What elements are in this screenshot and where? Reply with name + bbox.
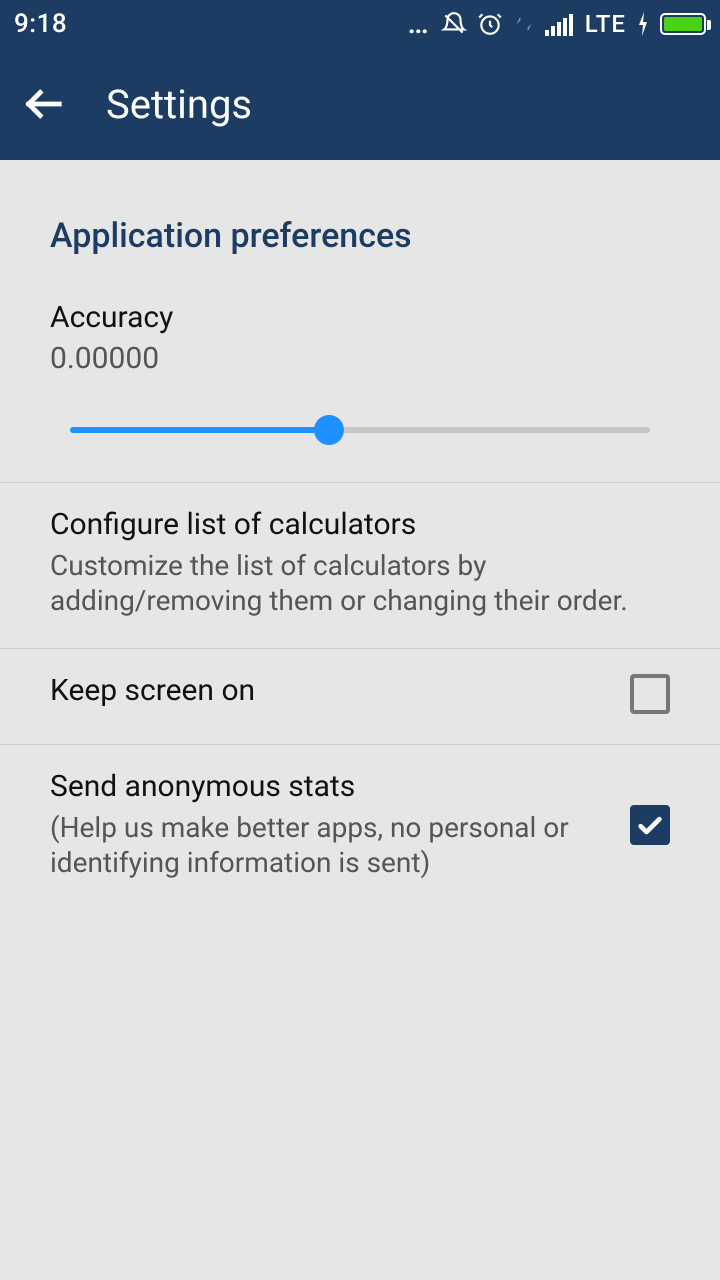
section-header: Application preferences	[0, 160, 720, 280]
stats-title: Send anonymous stats	[50, 769, 606, 804]
configure-title: Configure list of calculators	[50, 507, 670, 542]
alarm-icon	[477, 11, 503, 37]
network-type: LTE	[585, 10, 626, 38]
accuracy-title: Accuracy	[50, 300, 670, 335]
keepscreen-title: Keep screen on	[50, 673, 606, 708]
configure-summary: Customize the list of calculators by add…	[50, 548, 670, 618]
slider-thumb[interactable]	[314, 415, 344, 445]
back-button[interactable]	[18, 78, 70, 130]
battery-icon	[660, 13, 706, 35]
stats-summary: (Help us make better apps, no personal o…	[50, 810, 606, 880]
pref-accuracy: Accuracy 0.00000	[0, 280, 720, 483]
page-title: Settings	[106, 81, 252, 128]
status-bar: 9:18 …	[0, 0, 720, 48]
status-indicators: … LTE	[408, 10, 706, 38]
keepscreen-checkbox[interactable]	[630, 674, 670, 714]
stats-checkbox[interactable]	[630, 805, 670, 845]
signal-icon	[545, 12, 575, 36]
pref-anonymous-stats[interactable]: Send anonymous stats (Help us make bette…	[0, 745, 720, 910]
bell-off-icon	[441, 11, 467, 37]
content-area: Application preferences Accuracy 0.00000…	[0, 160, 720, 910]
slider-track	[70, 427, 650, 433]
pref-keep-screen-on[interactable]: Keep screen on	[0, 649, 720, 745]
accuracy-value: 0.00000	[50, 341, 670, 376]
slider-fill	[70, 427, 331, 433]
status-time: 9:18	[14, 9, 67, 39]
data-traffic-icon	[513, 11, 535, 37]
charging-icon	[636, 12, 650, 36]
app-bar: Settings	[0, 48, 720, 160]
accuracy-slider[interactable]	[50, 410, 670, 450]
pref-configure-calculators[interactable]: Configure list of calculators Customize …	[0, 483, 720, 649]
